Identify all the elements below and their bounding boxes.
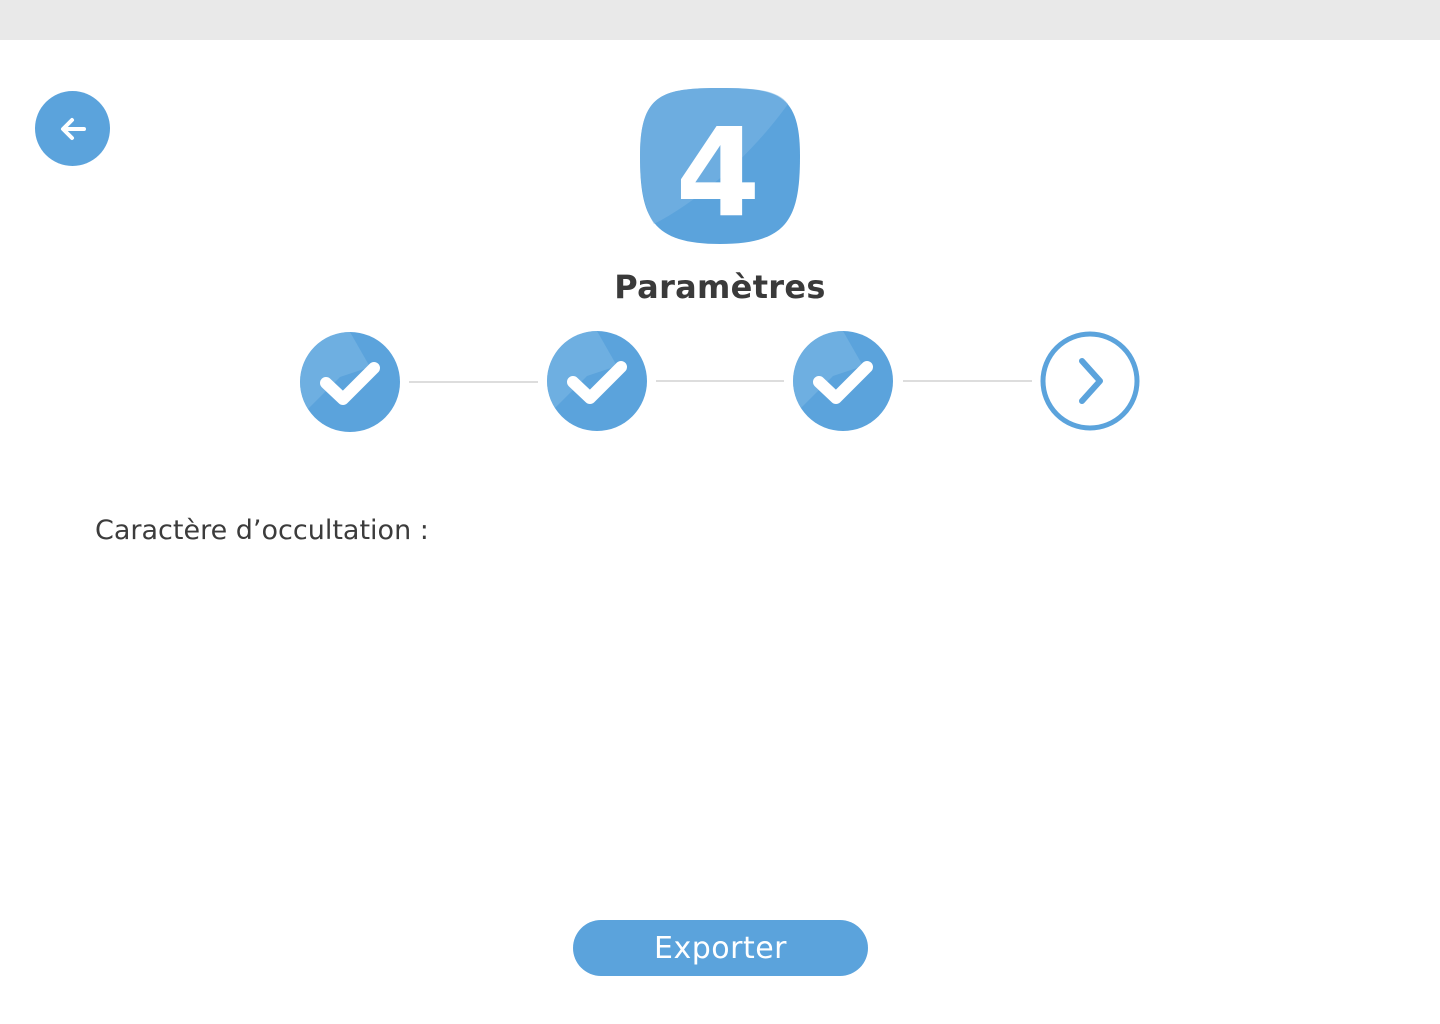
- step-2-completed[interactable]: [547, 331, 647, 431]
- step-4-current[interactable]: [1040, 331, 1140, 431]
- step-title: Paramètres: [614, 268, 826, 306]
- back-button[interactable]: [35, 91, 110, 166]
- step-connector: [409, 381, 538, 383]
- step-connector: [903, 380, 1032, 382]
- step-1-completed[interactable]: [300, 332, 400, 432]
- step-connector: [656, 380, 784, 382]
- export-button[interactable]: Exporter: [573, 920, 868, 976]
- top-bar: [0, 0, 1440, 40]
- step-number-badge: 4: [638, 86, 802, 246]
- occultation-character-label: Caractère d’occultation :: [95, 515, 429, 546]
- step-3-completed[interactable]: [793, 331, 893, 431]
- step-number: 4: [676, 102, 761, 244]
- arrow-left-icon: [60, 117, 86, 140]
